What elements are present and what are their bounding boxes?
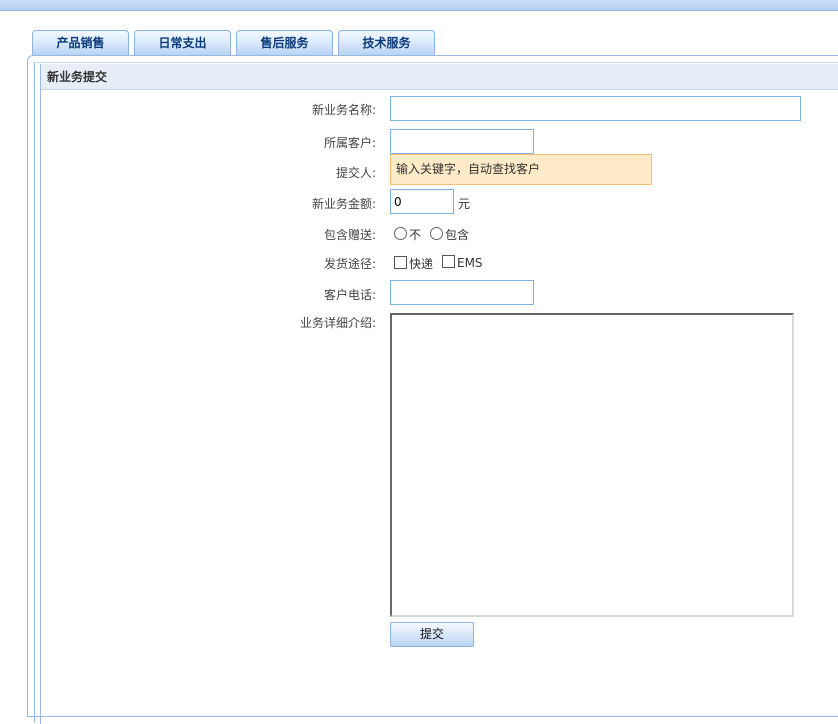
shipping-option-ems-label: EMS <box>457 256 483 270</box>
radio-icon[interactable] <box>394 227 407 240</box>
detail-label: 业务详细介绍: <box>299 316 376 330</box>
shipping-label: 发货途径: <box>323 257 376 271</box>
tab-after-sales[interactable]: 售后服务 <box>236 30 333 55</box>
checkbox-icon[interactable] <box>394 256 407 269</box>
customer-search-hint[interactable]: 输入关键字，自动查找客户 <box>390 154 652 185</box>
section-title: 新业务提交 <box>41 64 838 90</box>
gift-option-no-label: 不 <box>409 228 422 242</box>
amount-unit: 元 <box>458 197 471 211</box>
phone-label: 客户电话: <box>323 288 376 302</box>
checkbox-icon[interactable] <box>442 255 455 268</box>
top-banner-bar <box>0 0 838 11</box>
phone-input[interactable] <box>390 280 534 305</box>
customer-input[interactable] <box>390 129 534 154</box>
gift-option-yes[interactable]: 包含 <box>430 226 469 243</box>
submitter-label: 提交人: <box>335 166 376 180</box>
business-name-input[interactable] <box>390 96 801 121</box>
amount-input[interactable] <box>390 189 454 214</box>
amount-label: 新业务金额: <box>311 197 376 211</box>
tab-tech-service[interactable]: 技术服务 <box>338 30 435 55</box>
shipping-option-express[interactable]: 快递 <box>394 255 433 272</box>
name-label: 新业务名称: <box>311 103 376 117</box>
gift-option-no[interactable]: 不 <box>394 226 421 243</box>
shipping-option-express-label: 快递 <box>409 257 434 271</box>
radio-icon[interactable] <box>430 227 443 240</box>
detail-textarea[interactable] <box>390 313 794 617</box>
customer-label: 所属客户: <box>323 136 376 150</box>
tab-product-sales[interactable]: 产品销售 <box>32 30 129 55</box>
tab-daily-expenses[interactable]: 日常支出 <box>134 30 231 55</box>
gift-label: 包含赠送: <box>323 228 376 242</box>
submit-button[interactable]: 提交 <box>390 622 474 647</box>
shipping-option-ems[interactable]: EMS <box>442 255 483 270</box>
gift-option-yes-label: 包含 <box>445 228 470 242</box>
